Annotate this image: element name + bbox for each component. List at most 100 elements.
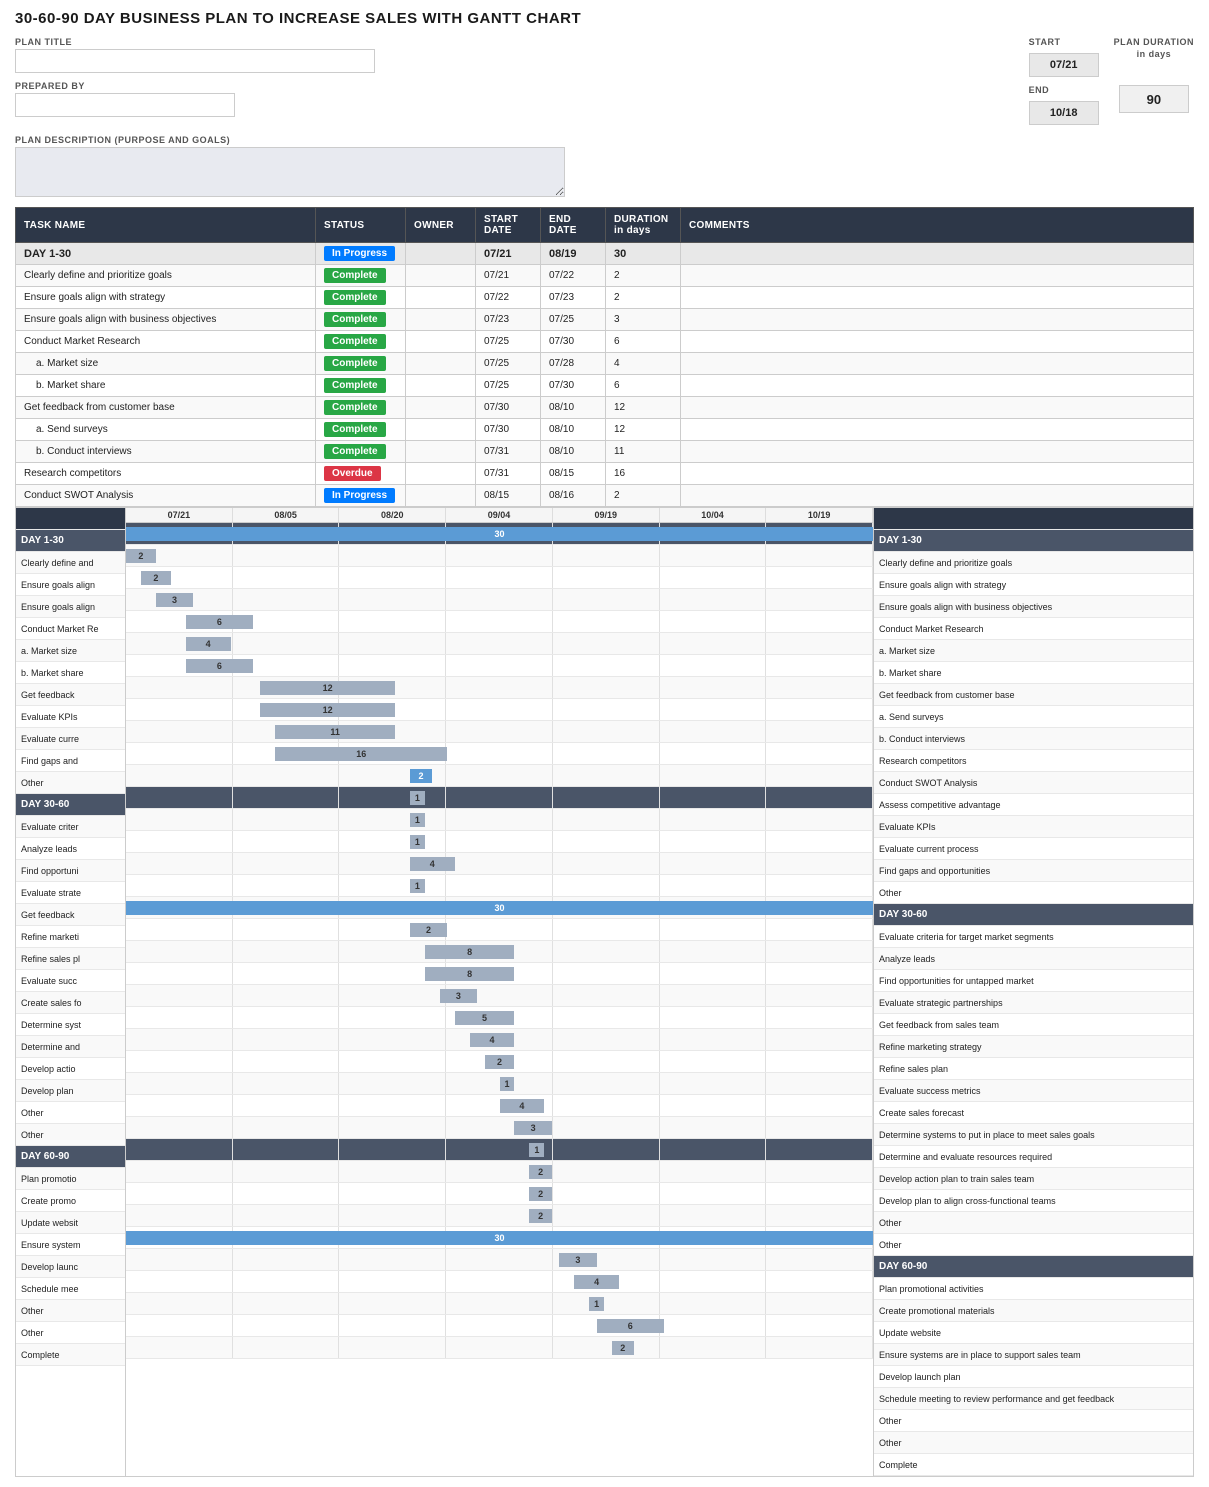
gantt-bar: 6 — [597, 1319, 664, 1333]
gantt-right-row: Develop launch plan — [874, 1366, 1193, 1388]
gantt-right-row: DAY 30-60 — [874, 904, 1193, 926]
task-duration-cell: 11 — [606, 441, 681, 463]
gantt-right-row: Refine marketing strategy — [874, 1036, 1193, 1058]
col-start-date: START DATE — [476, 208, 541, 243]
task-comments-cell — [681, 287, 1194, 309]
task-end-cell: 08/10 — [541, 419, 606, 441]
gantt-left-row: Other — [16, 772, 125, 794]
gantt-right-row: Complete — [874, 1454, 1193, 1476]
task-end-cell: 07/22 — [541, 265, 606, 287]
task-end-cell: 07/25 — [541, 309, 606, 331]
task-end-cell: 08/15 — [541, 463, 606, 485]
task-owner-cell — [406, 485, 476, 507]
gantt-chart-row: 4 — [126, 1095, 873, 1117]
gantt-bar: 4 — [574, 1275, 619, 1289]
task-name-cell: a. Market size — [16, 353, 316, 375]
task-name-cell: Conduct Market Research — [16, 331, 316, 353]
task-end-cell: 08/10 — [541, 397, 606, 419]
task-start-cell: 07/25 — [476, 375, 541, 397]
gantt-right-row: Conduct SWOT Analysis — [874, 772, 1193, 794]
gantt-left-row: Get feedback — [16, 904, 125, 926]
task-status-cell: Complete — [316, 353, 406, 375]
gantt-bar: 6 — [186, 659, 253, 673]
gantt-bar: 4 — [410, 857, 455, 871]
gantt-chart-row: 4 — [126, 633, 873, 655]
gantt-left-row: Analyze leads — [16, 838, 125, 860]
gantt-left-row: DAY 1-30 — [16, 530, 125, 552]
gantt-bar: 2 — [612, 1341, 634, 1355]
gantt-left-row: Refine sales pl — [16, 948, 125, 970]
gantt-right-row: b. Market share — [874, 662, 1193, 684]
end-value[interactable]: 10/18 — [1029, 101, 1099, 125]
task-name-cell: b. Conduct interviews — [16, 441, 316, 463]
task-start-cell: 07/30 — [476, 397, 541, 419]
gantt-bar: 3 — [440, 989, 477, 1003]
task-status-cell: In Progress — [316, 243, 406, 265]
start-label: START — [1029, 37, 1099, 47]
gantt-right-row: Create sales forecast — [874, 1102, 1193, 1124]
gantt-chart-row: 11 — [126, 721, 873, 743]
gantt-bar: 3 — [514, 1121, 551, 1135]
task-owner-cell — [406, 375, 476, 397]
task-name-cell: Get feedback from customer base — [16, 397, 316, 419]
gantt-bar: 2 — [485, 1055, 515, 1069]
gantt-right-row: Develop action plan to train sales team — [874, 1168, 1193, 1190]
gantt-right-row: Clearly define and prioritize goals — [874, 552, 1193, 574]
gantt-chart-row: 1 — [126, 875, 873, 897]
gantt-chart-row: 4 — [126, 853, 873, 875]
gantt-chart-row: 12 — [126, 699, 873, 721]
gantt-right-row: a. Market size — [874, 640, 1193, 662]
gantt-right-row: Ensure goals align with business objecti… — [874, 596, 1193, 618]
gantt-bar: 30 — [126, 527, 873, 541]
gantt-left-panel: DAY 1-30Clearly define andEnsure goals a… — [16, 508, 126, 1476]
description-input[interactable] — [15, 147, 565, 197]
col-duration: DURATION in days — [606, 208, 681, 243]
gantt-chart-row: 30 — [126, 523, 873, 545]
gantt-bar: 16 — [275, 747, 447, 761]
duration-group: PLAN DURATION in days 90 — [1114, 37, 1194, 113]
gantt-bar: 4 — [470, 1033, 515, 1047]
task-status-cell: Complete — [316, 441, 406, 463]
gantt-left-row: Create sales fo — [16, 992, 125, 1014]
gantt-right-row: Find opportunities for untapped market — [874, 970, 1193, 992]
plan-title-input[interactable] — [15, 49, 375, 73]
gantt-left-row: Get feedback — [16, 684, 125, 706]
task-owner-cell — [406, 397, 476, 419]
prepared-by-input[interactable] — [15, 93, 235, 117]
gantt-bar: 4 — [500, 1099, 545, 1113]
task-name-cell: Clearly define and prioritize goals — [16, 265, 316, 287]
start-value[interactable]: 07/21 — [1029, 53, 1099, 77]
task-name-cell: a. Send surveys — [16, 419, 316, 441]
gantt-right-row: Get feedback from sales team — [874, 1014, 1193, 1036]
task-owner-cell — [406, 309, 476, 331]
gantt-bar: 2 — [126, 549, 156, 563]
gantt-right-row: Determine systems to put in place to mee… — [874, 1124, 1193, 1146]
gantt-right-row: Evaluate success metrics — [874, 1080, 1193, 1102]
task-duration-cell: 30 — [606, 243, 681, 265]
task-name-cell: Ensure goals align with business objecti… — [16, 309, 316, 331]
gantt-left-row: Find opportuni — [16, 860, 125, 882]
gantt-right-row: Develop plan to align cross-functional t… — [874, 1190, 1193, 1212]
gantt-left-row: Determine syst — [16, 1014, 125, 1036]
task-comments-cell — [681, 353, 1194, 375]
gantt-date-header-cell: 10/19 — [766, 508, 873, 522]
gantt-chart-row: 2 — [126, 567, 873, 589]
gantt-chart-row: 2 — [126, 1161, 873, 1183]
gantt-left-row: Other — [16, 1102, 125, 1124]
task-duration-cell: 12 — [606, 397, 681, 419]
task-comments-cell — [681, 485, 1194, 507]
task-duration-cell: 6 — [606, 331, 681, 353]
gantt-bar: 1 — [410, 835, 425, 849]
gantt-left-row: Determine and — [16, 1036, 125, 1058]
gantt-right-row: Evaluate strategic partnerships — [874, 992, 1193, 1014]
task-owner-cell — [406, 441, 476, 463]
gantt-rows: 3022364612121116211141302883542143122230… — [126, 523, 873, 1359]
task-comments-cell — [681, 331, 1194, 353]
gantt-left-row: Ensure goals align — [16, 596, 125, 618]
gantt-right-row: a. Send surveys — [874, 706, 1193, 728]
gantt-bar: 1 — [410, 879, 425, 893]
gantt-chart-row: 30 — [126, 1227, 873, 1249]
gantt-right-row: Plan promotional activities — [874, 1278, 1193, 1300]
gantt-left-row: Other — [16, 1124, 125, 1146]
gantt-left-row: Complete — [16, 1344, 125, 1366]
